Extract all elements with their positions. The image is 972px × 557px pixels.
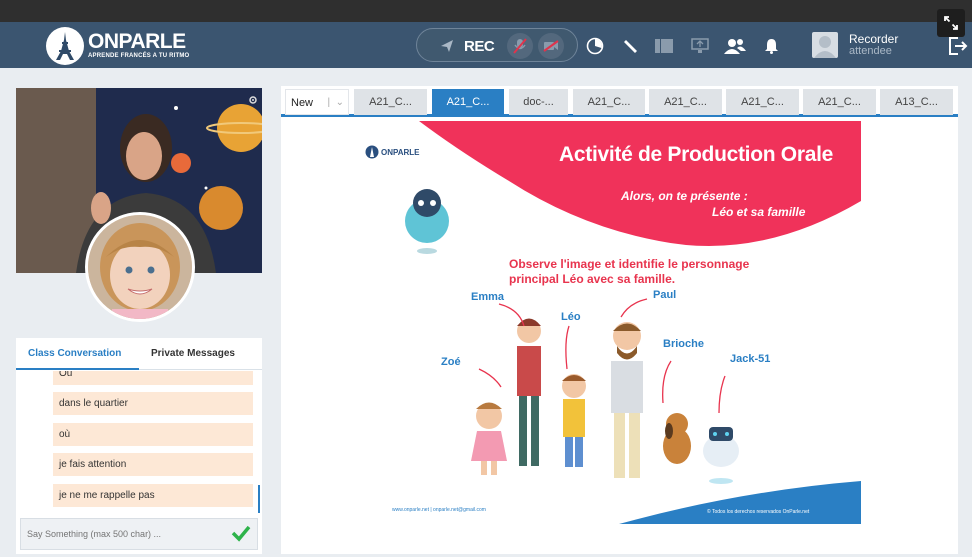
chat-message: je fais attention: [53, 453, 253, 476]
user-name: Recorder: [849, 32, 899, 46]
logout-icon[interactable]: [947, 36, 969, 56]
layout-icon[interactable]: [654, 37, 674, 55]
camera-muted-icon[interactable]: [538, 33, 564, 59]
mic-muted-icon[interactable]: [507, 33, 533, 59]
character-label-brioche: Brioche: [663, 338, 704, 350]
chevron-down-icon[interactable]: | ⌄: [327, 90, 344, 116]
chat-panel: Class Conversation Private Messages Ou d…: [16, 338, 262, 554]
character-label-jack: Jack-51: [730, 353, 771, 365]
new-label: New: [291, 97, 314, 109]
chat-message: où: [53, 423, 253, 446]
tab-private-messages[interactable]: Private Messages: [139, 338, 262, 370]
tab-document[interactable]: A21_C...: [649, 89, 722, 115]
chat-message: dans le quartier: [53, 392, 253, 415]
user-role: attendee: [849, 45, 892, 57]
tab-document[interactable]: A21_C...: [573, 89, 645, 115]
hand-raise-icon[interactable]: [621, 36, 641, 56]
character-label-zoe: Zoé: [441, 356, 461, 368]
avatar: [812, 32, 838, 58]
tab-document-active[interactable]: A21_C...: [432, 89, 504, 115]
fullscreen-icon[interactable]: [937, 9, 965, 37]
chat-input[interactable]: [27, 523, 223, 545]
brand-name: ONPARLE: [88, 30, 186, 53]
tab-document[interactable]: A21_C...: [726, 89, 799, 115]
whiteboard: New | ⌄ A21_C... A21_C... doc-... A21_C.…: [281, 86, 958, 554]
slide-footer-contact: www.onparle.net | onparle.net@gmail.com: [392, 507, 486, 513]
chat-scrollbar[interactable]: [258, 485, 260, 513]
bell-icon[interactable]: [762, 36, 780, 56]
student-video: [85, 212, 195, 322]
tab-document[interactable]: A13_C...: [880, 89, 953, 115]
character-label-emma: Emma: [471, 291, 505, 303]
chat-input-box: [20, 518, 258, 550]
slide-title: Activité de Production Orale: [559, 143, 833, 166]
rec-label[interactable]: REC: [464, 38, 495, 55]
chat-message: Ou: [53, 371, 253, 385]
slide-logo-text: ONPARLE: [381, 147, 420, 157]
new-document-button[interactable]: New | ⌄: [285, 89, 349, 115]
screen-share-icon[interactable]: [690, 36, 710, 56]
onparle-logo: ONPARLE APRENDE FRANCÉS A TU RITMO: [46, 26, 189, 66]
tab-document[interactable]: A21_C...: [803, 89, 876, 115]
chat-message: je ne me rappelle pas: [53, 484, 253, 507]
slide-logo: ONPARLE: [365, 145, 420, 159]
slide-subtitle: Alors, on te présente :: [621, 189, 748, 203]
pointer-icon[interactable]: [438, 37, 456, 55]
character-label-leo: Léo: [561, 311, 581, 323]
slide-footer-copyright: © Todos los derechos reservados OnParle.…: [707, 509, 810, 515]
slide-subtitle: Léo et sa famille: [712, 205, 806, 219]
tab-document[interactable]: A21_C...: [354, 89, 427, 115]
document-tabs: New | ⌄ A21_C... A21_C... doc-... A21_C.…: [281, 86, 958, 117]
timer-icon[interactable]: [585, 36, 605, 56]
send-check-icon[interactable]: [231, 524, 251, 547]
eiffel-tower-icon: [46, 27, 84, 65]
character-label-paul: Paul: [653, 289, 677, 301]
message-list[interactable]: Ou dans le quartier où je fais attention…: [16, 371, 262, 511]
brand-tagline: APRENDE FRANCÉS A TU RITMO: [88, 53, 190, 59]
tab-document[interactable]: doc-...: [509, 89, 568, 115]
settings-gear-icon[interactable]: [248, 92, 258, 110]
slide: ONPARLE Activité de Production Orale Alo…: [359, 121, 861, 524]
tab-class-conversation[interactable]: Class Conversation: [16, 338, 139, 370]
top-bar: [0, 0, 972, 22]
users-icon[interactable]: [722, 36, 748, 56]
slide-instruction: Observe l'image et identifie le personna…: [509, 257, 750, 286]
chat-tabs: Class Conversation Private Messages: [16, 338, 262, 370]
